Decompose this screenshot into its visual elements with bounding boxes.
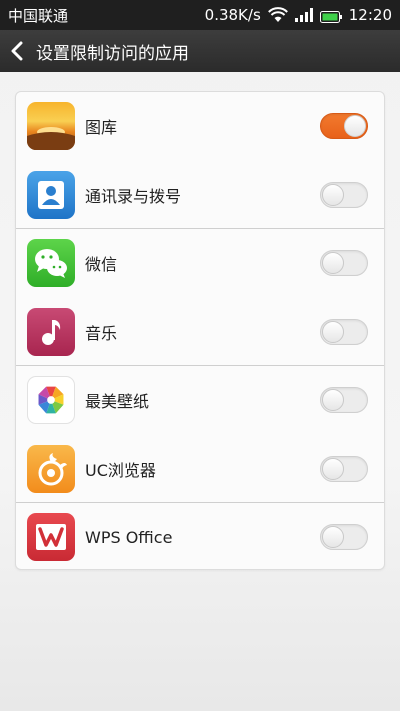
status-left: 中国联通	[8, 5, 68, 26]
app-row-gallery[interactable]: 图库	[16, 92, 384, 161]
wifi-icon	[267, 7, 288, 23]
app-label-wallpaper: 最美壁纸	[85, 392, 150, 412]
header: 设置限制访问的应用	[0, 30, 400, 72]
status-bar: 中国联通 0.38K/s 12:20	[0, 0, 400, 30]
toggle-wechat[interactable]	[320, 250, 368, 277]
wallpaper-icon	[27, 376, 75, 425]
toggle-uc-browser[interactable]	[320, 455, 368, 482]
back-arrow-icon[interactable]	[0, 30, 34, 72]
app-label-music: 音乐	[85, 323, 118, 343]
contacts-icon	[27, 170, 75, 219]
gallery-icon	[27, 102, 75, 151]
wps-office-icon	[27, 513, 75, 562]
app-label-wps-office: WPS Office	[85, 527, 173, 547]
app-row-uc-browser[interactable]: UC浏览器	[16, 435, 384, 504]
clock: 12:20	[348, 6, 392, 24]
app-label-uc-browser: UC浏览器	[85, 460, 156, 480]
toggle-wps-office[interactable]	[320, 524, 368, 551]
app-label-gallery: 图库	[85, 118, 118, 138]
app-row-music[interactable]: 音乐	[16, 298, 384, 367]
toggle-wallpaper[interactable]	[320, 387, 368, 414]
signal-icon	[294, 8, 313, 22]
carrier-label: 中国联通	[8, 6, 69, 25]
app-row-contacts[interactable]: 通讯录与拨号	[16, 161, 384, 230]
app-row-wechat[interactable]: 微信	[16, 229, 384, 298]
page-title: 设置限制访问的应用	[36, 43, 189, 64]
toggle-gallery[interactable]	[320, 113, 368, 140]
app-label-wechat: 微信	[85, 255, 118, 275]
wechat-icon	[27, 239, 75, 288]
status-right: 0.38K/s 12:20	[205, 6, 392, 24]
app-label-contacts: 通讯录与拨号	[85, 186, 182, 206]
toggle-contacts[interactable]	[320, 181, 368, 208]
battery-icon	[319, 9, 342, 23]
network-speed: 0.38K/s	[204, 6, 261, 24]
music-icon	[27, 307, 75, 356]
app-row-wallpaper[interactable]: 最美壁纸	[16, 366, 384, 435]
uc-browser-icon	[27, 444, 75, 493]
app-row-wps-office[interactable]: WPS Office	[16, 503, 384, 569]
app-list: 图库 通讯录与拨号 微信 音乐 最美壁纸 UC浏览器 WPS Office	[15, 91, 385, 570]
toggle-music[interactable]	[320, 318, 368, 345]
